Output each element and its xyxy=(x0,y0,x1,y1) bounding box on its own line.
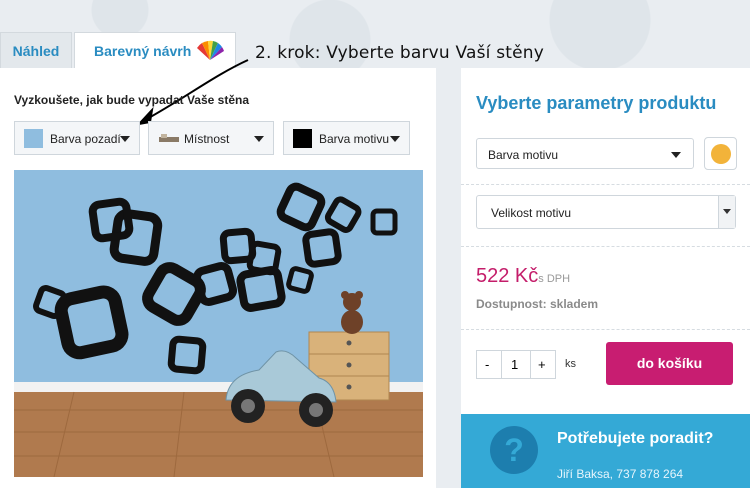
divider xyxy=(461,246,750,247)
background-color-select[interactable]: Barva pozadí xyxy=(14,121,140,155)
preview-heading: Vyzkoušete, jak bude vypadat Vaše stěna xyxy=(14,93,249,107)
price: 522 Kčs DPH xyxy=(476,265,570,288)
select-arrow-box xyxy=(718,196,735,228)
divider xyxy=(501,351,502,378)
price-value: 522 Kč xyxy=(476,265,539,287)
quantity-minus-button[interactable]: - xyxy=(485,357,489,372)
motif-color-picker-button[interactable] xyxy=(704,137,737,170)
motif-size-label: Velikost motivu xyxy=(491,206,572,220)
product-motif-color-select[interactable]: Barva motivu xyxy=(476,138,694,169)
chevron-down-icon xyxy=(390,136,400,142)
availability-label: Dostupnost: xyxy=(476,297,547,311)
availability: Dostupnost: skladem xyxy=(476,297,598,311)
motif-color-select[interactable]: Barva motivu xyxy=(283,121,410,155)
room-label: Místnost xyxy=(184,132,230,146)
product-motif-color-label: Barva motivu xyxy=(488,148,559,162)
product-params-title: Vyberte parametry produktu xyxy=(476,93,717,113)
motif-size-select[interactable]: Velikost motivu xyxy=(476,195,736,229)
quantity-input[interactable]: 1 xyxy=(511,357,518,372)
sofa-icon xyxy=(159,134,179,142)
availability-value: skladem xyxy=(550,297,599,311)
background-color-swatch xyxy=(24,129,43,148)
motif-color-dot xyxy=(711,144,731,164)
divider xyxy=(530,351,531,378)
question-icon: ? xyxy=(490,426,538,474)
price-vat-note: s DPH xyxy=(538,273,571,285)
wall-preview-image xyxy=(14,170,423,477)
background-color-label: Barva pozadí xyxy=(50,132,121,146)
help-contact[interactable]: Jiří Baksa, 737 878 264 xyxy=(557,467,683,481)
room-select[interactable]: Místnost xyxy=(148,121,274,155)
divider xyxy=(461,184,750,185)
chevron-down-icon xyxy=(120,136,130,142)
add-to-cart-button[interactable]: do košíku xyxy=(606,342,733,385)
chevron-down-icon xyxy=(254,136,264,142)
motif-color-label: Barva motivu xyxy=(319,132,390,146)
help-title: Potřebujete poradit? xyxy=(557,430,714,447)
chevron-down-icon xyxy=(723,209,731,214)
quantity-stepper: - 1 + xyxy=(476,350,556,379)
quantity-unit: ks xyxy=(565,358,576,370)
chevron-down-icon xyxy=(671,152,681,158)
quantity-plus-button[interactable]: + xyxy=(538,357,546,372)
motif-color-swatch xyxy=(293,129,312,148)
divider xyxy=(461,329,750,330)
